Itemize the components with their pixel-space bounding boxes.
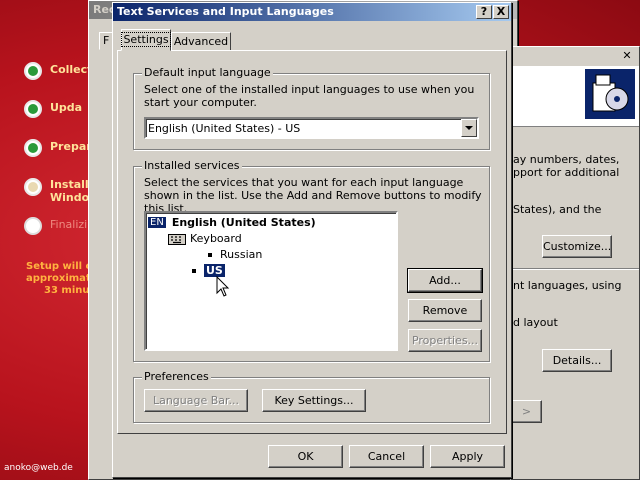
bullet-icon	[192, 268, 196, 273]
tab-settings[interactable]: Settings	[121, 29, 171, 51]
step-done-icon	[24, 139, 42, 157]
languages-text-1: ay numbers, dates,	[513, 153, 620, 166]
step-label: Prepar	[50, 140, 92, 153]
setup-step-finalize: Finalizi	[24, 217, 87, 235]
keyboard-icon	[168, 233, 186, 245]
setup-step-install: Install Windo	[24, 178, 89, 204]
keyboard-label: Keyboard	[190, 232, 242, 245]
step-label-2: Windo	[50, 191, 90, 204]
apply-button[interactable]: Apply	[430, 445, 505, 468]
default-language-group: Default input language Select one of the…	[133, 66, 490, 150]
languages-window-close-icon[interactable]: ✕	[619, 49, 635, 63]
installed-services-desc: Select the services that you want for ea…	[144, 176, 482, 215]
regional-tab-label: F	[103, 34, 110, 47]
divider	[511, 268, 639, 270]
cd-box-icon	[585, 69, 635, 119]
tab-advanced[interactable]: Advanced	[171, 32, 231, 51]
bullet-icon	[208, 252, 212, 257]
default-language-select[interactable]: English (United States) - US	[144, 117, 479, 139]
languages-text-2: pport for additional	[513, 166, 620, 179]
tab-settings-label: Settings	[121, 32, 171, 47]
next-button[interactable]: >	[511, 400, 542, 423]
help-button[interactable]: ?	[476, 5, 492, 19]
dialog-titlebar[interactable]: Text Services and Input Languages ? X	[113, 3, 511, 21]
properties-button[interactable]: Properties...	[408, 329, 482, 352]
setup-step-prepare: Prepar	[24, 139, 92, 157]
eta-line: approximat	[26, 273, 91, 284]
group-label: Preferences	[142, 370, 211, 383]
preferences-group: Preferences Language Bar... Key Settings…	[133, 370, 490, 423]
step-current-icon	[24, 178, 42, 196]
step-label: Install	[50, 178, 89, 191]
setup-eta: Setup will c approximat 33 minu	[26, 261, 91, 297]
dialog-title: Text Services and Input Languages	[117, 5, 334, 18]
credit-text: anoko@web.de	[4, 463, 73, 473]
add-button[interactable]: Add...	[407, 268, 483, 293]
chevron-down-icon[interactable]	[461, 119, 477, 137]
step-done-icon	[24, 100, 42, 118]
remove-button[interactable]: Remove	[408, 299, 482, 322]
tree-row-russian[interactable]: Russian	[208, 248, 262, 261]
languages-window: ✕ ay numbers, dates, pport for additiona…	[510, 46, 640, 480]
text-services-dialog: Text Services and Input Languages ? X Se…	[112, 2, 512, 478]
step-label: Upda	[50, 101, 83, 114]
installed-services-group: Installed services Select the services t…	[133, 159, 490, 362]
group-label: Default input language	[142, 66, 273, 79]
details-button[interactable]: Details...	[542, 349, 612, 372]
setup-step-update: Upda	[24, 100, 82, 118]
tree-row-language[interactable]: EN English (United States)	[148, 216, 316, 229]
step-label: Collect	[50, 63, 93, 76]
default-language-desc: Select one of the installed input langua…	[144, 83, 475, 109]
customize-button[interactable]: Customize...	[542, 235, 612, 258]
key-settings-button[interactable]: Key Settings...	[262, 389, 366, 412]
tree-row-keyboard[interactable]: Keyboard	[168, 232, 242, 245]
close-button[interactable]: X	[493, 5, 509, 19]
language-name: English (United States)	[171, 216, 316, 229]
regional-tab[interactable]: F	[99, 32, 113, 50]
setup-step-collect: Collect	[24, 62, 92, 80]
service-label: Russian	[220, 248, 263, 261]
eta-line: Setup will c	[26, 261, 92, 272]
language-badge: EN	[148, 217, 166, 228]
services-tree[interactable]: EN English (United States) Keyboard Russ…	[144, 211, 398, 351]
languages-text-4: nt languages, using	[513, 279, 622, 292]
ok-button[interactable]: OK	[268, 445, 343, 468]
mouse-cursor-icon	[216, 276, 230, 297]
languages-text-3: States), and the	[513, 203, 602, 216]
languages-text-5: d layout	[513, 316, 558, 329]
language-bar-button[interactable]: Language Bar...	[144, 389, 248, 412]
step-done-icon	[24, 62, 42, 80]
step-label: Finalizi	[50, 218, 88, 231]
tab-advanced-label: Advanced	[173, 35, 229, 48]
step-pending-icon	[24, 217, 42, 235]
cancel-button[interactable]: Cancel	[349, 445, 424, 468]
group-label: Installed services	[142, 159, 242, 172]
default-language-value: English (United States) - US	[148, 122, 301, 135]
eta-line: 33 minu	[44, 285, 90, 296]
